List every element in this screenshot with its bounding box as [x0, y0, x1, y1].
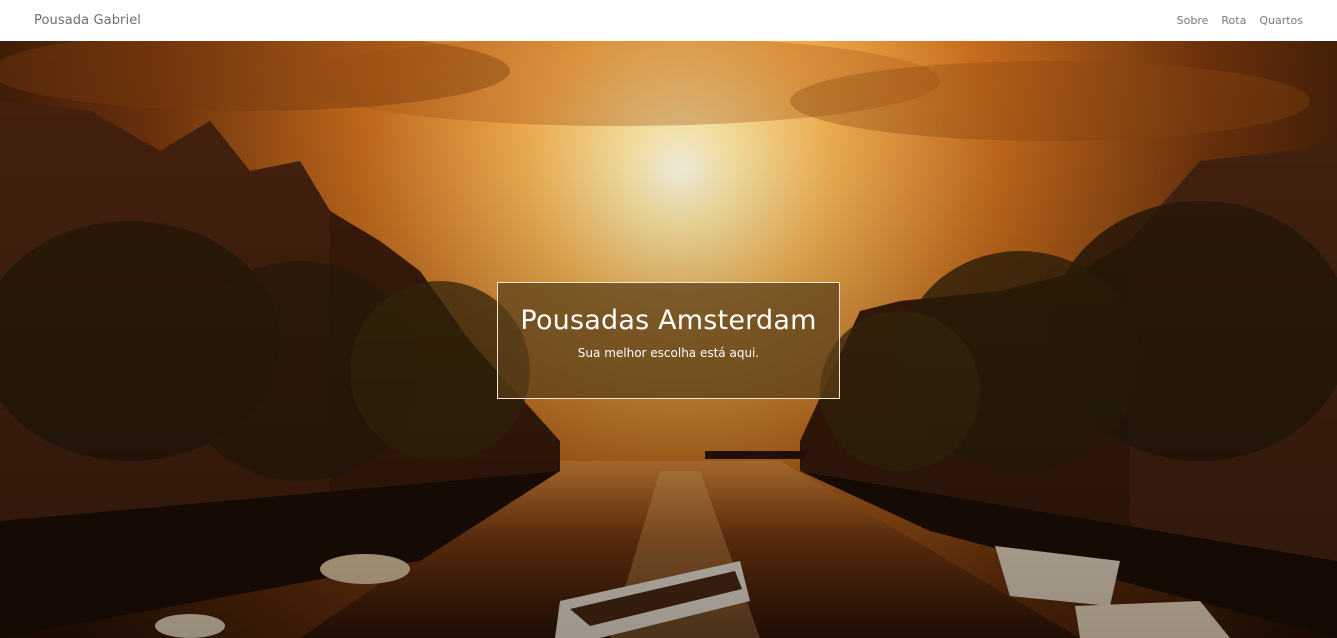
navbar: Pousada Gabriel Sobre Rota Quartos	[0, 0, 1337, 41]
hero-section: Pousadas Amsterdam Sua melhor escolha es…	[0, 41, 1337, 638]
nav-links: Sobre Rota Quartos	[1177, 14, 1303, 27]
hero-caption-box: Pousadas Amsterdam Sua melhor escolha es…	[497, 282, 840, 399]
hero-subtitle: Sua melhor escolha está aqui.	[577, 346, 760, 360]
nav-link-sobre[interactable]: Sobre	[1177, 14, 1209, 27]
nav-link-rota[interactable]: Rota	[1221, 14, 1246, 27]
nav-link-quartos[interactable]: Quartos	[1259, 14, 1303, 27]
brand-link[interactable]: Pousada Gabriel	[34, 13, 141, 28]
hero-title: Pousadas Amsterdam	[520, 305, 817, 336]
